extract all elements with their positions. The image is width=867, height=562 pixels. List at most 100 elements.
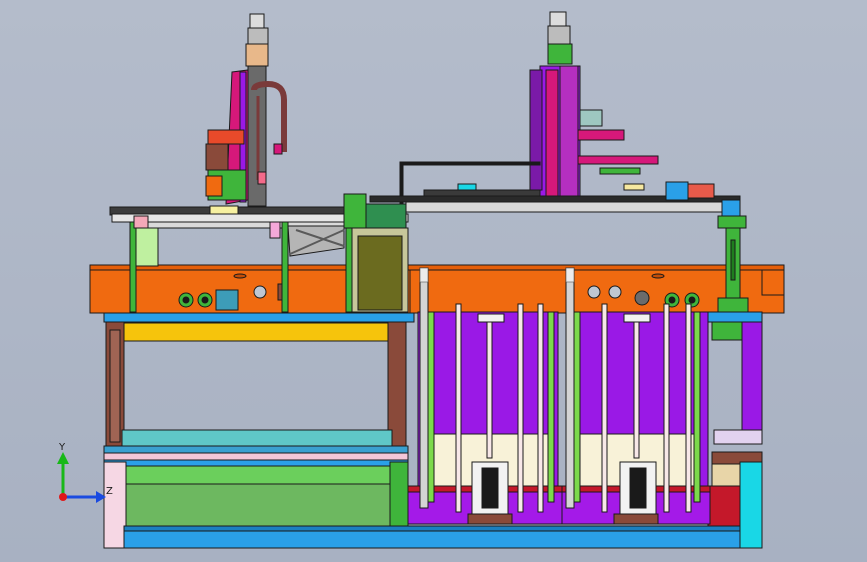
beam-circle-right-2 <box>608 285 622 299</box>
upper-beam-light <box>405 201 737 213</box>
z-arrow-icon <box>96 491 106 503</box>
tank-left-rod-4 <box>537 303 544 513</box>
cad-viewport[interactable] <box>0 0 867 562</box>
roller-3-hub <box>668 296 676 304</box>
base-green-panel-2 <box>125 483 391 527</box>
right-actuator-arm-2 <box>577 155 659 165</box>
conveyor-yellow-tab <box>209 205 239 215</box>
tank-right-rod-2 <box>633 317 640 459</box>
right-frame <box>705 311 763 549</box>
tank-left-clamp <box>477 313 505 323</box>
right-frame-tan <box>711 463 743 487</box>
right-frame-post <box>741 321 763 441</box>
tank-right-green-rail-2 <box>693 311 701 503</box>
origin-icon <box>59 493 67 501</box>
right-actuator-side-box <box>579 109 603 127</box>
tank-right-rack <box>565 267 575 509</box>
tank-right-foot <box>613 513 659 525</box>
right-actuator <box>399 11 659 209</box>
left-actuator-tan-block <box>245 43 269 67</box>
beam-top-edge <box>89 264 785 271</box>
upper-right-yellow-tab <box>623 183 645 191</box>
left-actuator-head-2 <box>205 143 229 171</box>
right-frame-cyan-post <box>739 461 763 549</box>
base-blue-bottom-line <box>123 525 745 532</box>
tank-left-foot <box>467 513 513 525</box>
tank-right-cylinder-core <box>629 467 647 509</box>
tank-left-rod-3 <box>517 303 524 513</box>
right-actuator-green-block <box>547 43 573 65</box>
mid-green-block <box>343 193 367 229</box>
base-mid-green <box>389 461 409 527</box>
right-actuator-arm-1 <box>577 129 625 141</box>
left-actuator-head <box>207 129 245 145</box>
right-frame-green <box>711 321 743 341</box>
rack-teeth-left <box>419 267 429 283</box>
support-post-foot <box>717 297 749 313</box>
frame-yellow-bar <box>121 322 393 342</box>
beam-circle-right-3 <box>634 290 650 306</box>
conveyor-green-post-1 <box>129 221 137 313</box>
coordinate-triad: Y Z <box>57 442 113 503</box>
y-arrow-icon <box>57 452 69 464</box>
z-axis-label: Z <box>106 486 113 497</box>
mid-green-block-2 <box>365 203 407 229</box>
roller-bracket <box>215 289 239 311</box>
left-actuator-pink-tab <box>257 171 267 185</box>
support-post-head <box>717 215 747 229</box>
right-actuator-rail <box>559 65 579 205</box>
tank-left-cylinder-core <box>481 467 499 509</box>
mid-olive-inner <box>357 235 403 311</box>
upper-right-motor <box>665 181 689 201</box>
support-post-cap <box>721 199 741 217</box>
left-actuator <box>205 13 287 207</box>
right-actuator-left-rail <box>529 69 543 191</box>
tank-right-rod-4 <box>685 303 692 513</box>
frame-blue-strip <box>103 459 409 467</box>
beam-circle-right-1 <box>587 285 601 299</box>
right-frame-top-rail <box>705 311 763 323</box>
support-post-slot <box>730 239 736 281</box>
left-actuator-top-cap <box>249 13 265 29</box>
beam-slot-right <box>651 273 665 279</box>
upper-right-green-stub <box>599 167 641 175</box>
tank-right-rod-3 <box>663 303 670 513</box>
roller-4-hub <box>688 296 696 304</box>
roller-1-hub <box>182 296 190 304</box>
frame-mid-rail <box>121 429 393 447</box>
tank-left-green-rail-2 <box>547 311 555 503</box>
conveyor-pink-block <box>133 215 149 229</box>
upper-right-motor-body <box>687 183 715 199</box>
tank-left-green-rail-1 <box>427 311 435 503</box>
right-frame-lav <box>713 429 763 445</box>
upper-beam-cyan-tab <box>457 183 477 191</box>
tank-right-green-rail-1 <box>573 311 581 503</box>
tank-right-rod-1 <box>601 303 608 513</box>
main-beam <box>89 264 785 314</box>
conveyor-green-post-3 <box>345 221 353 313</box>
tank-right-clamp <box>623 313 651 323</box>
tank-left-rod-1 <box>455 303 462 513</box>
upper-beam-slider <box>423 189 541 197</box>
right-actuator-magenta-face <box>545 69 559 201</box>
frame-left-post-inner <box>109 329 121 443</box>
right-actuator-neck <box>547 25 571 45</box>
roller-2-hub <box>201 296 209 304</box>
conveyor-light-green-box <box>135 227 159 267</box>
right-actuator-top-cap <box>549 11 567 27</box>
tank-left-rack <box>419 267 429 509</box>
left-actuator-neck <box>247 27 269 45</box>
right-actuator-cable <box>399 161 541 166</box>
left-actuator-magenta-tab <box>273 143 283 155</box>
conveyor-green-post-2 <box>281 221 289 313</box>
rack-teeth-right <box>565 267 575 283</box>
conveyor-mag-bar <box>269 221 281 239</box>
right-frame-red <box>707 485 741 527</box>
y-axis-label: Y <box>58 442 66 453</box>
tank-left-rod-2 <box>486 317 493 459</box>
beam-circle-left <box>253 285 267 299</box>
base-blue-bottom <box>123 529 745 549</box>
base-green-panel <box>125 465 391 485</box>
beam-slot-left <box>233 273 247 279</box>
left-actuator-orange-box <box>205 175 223 197</box>
